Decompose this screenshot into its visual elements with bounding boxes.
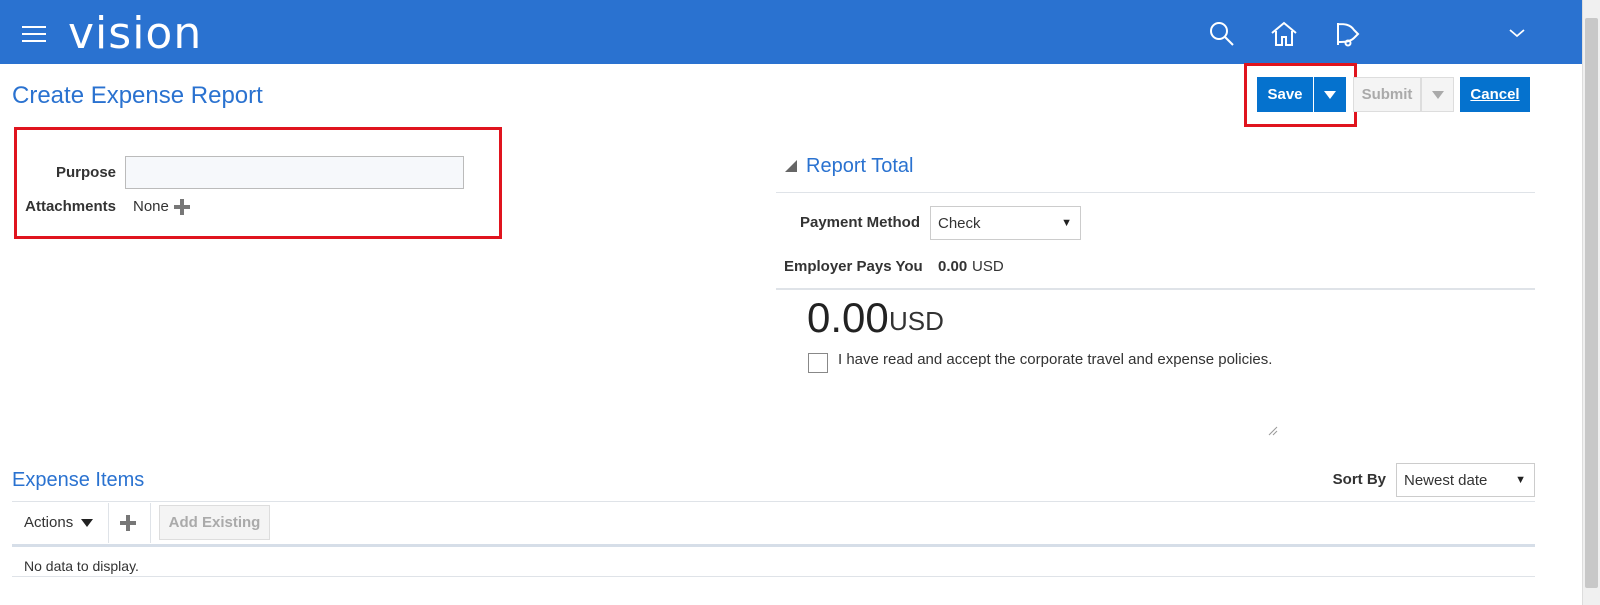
divider bbox=[776, 288, 1535, 290]
search-icon[interactable] bbox=[1208, 20, 1236, 48]
toolbar-separator bbox=[150, 503, 151, 543]
save-button[interactable]: Save bbox=[1257, 77, 1313, 112]
purpose-input[interactable] bbox=[125, 156, 464, 189]
empty-table-message: No data to display. bbox=[24, 558, 139, 574]
policy-checkbox[interactable] bbox=[808, 353, 828, 373]
total-currency: USD bbox=[889, 306, 944, 336]
save-options-button[interactable] bbox=[1313, 77, 1346, 112]
submit-options-button[interactable] bbox=[1421, 77, 1454, 112]
employer-pays-currency: USD bbox=[972, 258, 1004, 275]
actions-menu[interactable]: Actions bbox=[24, 514, 94, 531]
employer-pays-label: Employer Pays You bbox=[784, 258, 923, 275]
scrollbar-thumb[interactable] bbox=[1585, 18, 1598, 588]
home-icon[interactable] bbox=[1270, 20, 1298, 48]
resize-handle-icon[interactable] bbox=[1268, 426, 1278, 436]
divider bbox=[12, 576, 1535, 577]
caret-down-icon bbox=[1431, 90, 1444, 99]
sort-by-select[interactable]: Newest date ▼ bbox=[1396, 463, 1535, 497]
submit-button[interactable]: Submit bbox=[1353, 77, 1421, 112]
top-bar: vision bbox=[0, 0, 1582, 64]
dropdown-arrow-icon: ▼ bbox=[1515, 474, 1526, 486]
divider bbox=[12, 501, 1535, 502]
collapse-triangle-icon[interactable] bbox=[784, 159, 798, 173]
divider bbox=[776, 192, 1535, 193]
employer-pays-amount: 0.00 bbox=[938, 258, 968, 275]
dropdown-arrow-icon: ▼ bbox=[1061, 217, 1072, 229]
sort-by-value: Newest date bbox=[1404, 471, 1488, 489]
table-header-divider bbox=[12, 544, 1535, 547]
report-total-title[interactable]: Report Total bbox=[806, 155, 913, 178]
add-expense-icon[interactable] bbox=[119, 514, 137, 532]
policy-text: I have read and accept the corporate tra… bbox=[838, 351, 1273, 368]
vertical-scrollbar[interactable] bbox=[1582, 0, 1600, 605]
expense-items-title: Expense Items bbox=[12, 469, 145, 491]
attachments-label: Attachments bbox=[25, 198, 116, 215]
caret-down-icon bbox=[1324, 90, 1336, 99]
caret-down-icon bbox=[81, 519, 94, 527]
hamburger-menu-icon[interactable] bbox=[22, 26, 46, 44]
actions-label: Actions bbox=[24, 514, 74, 531]
add-attachment-icon[interactable] bbox=[173, 198, 191, 216]
toolbar-separator bbox=[108, 503, 109, 543]
total-amount: 0.00 bbox=[807, 294, 889, 341]
add-existing-button[interactable]: Add Existing bbox=[159, 505, 270, 540]
attachments-value: None bbox=[133, 198, 169, 215]
page-title: Create Expense Report bbox=[12, 82, 263, 109]
notifications-icon[interactable] bbox=[1334, 20, 1362, 48]
cancel-button[interactable]: Cancel bbox=[1460, 77, 1530, 112]
app-logo[interactable]: vision bbox=[68, 8, 202, 59]
sort-by-label: Sort By bbox=[1332, 471, 1386, 488]
payment-method-value: Check bbox=[938, 214, 981, 232]
payment-method-label: Payment Method bbox=[799, 214, 920, 231]
purpose-label: Purpose bbox=[55, 164, 116, 181]
payment-method-select[interactable]: Check ▼ bbox=[930, 206, 1081, 240]
user-menu-chevron-icon[interactable] bbox=[1508, 24, 1526, 42]
